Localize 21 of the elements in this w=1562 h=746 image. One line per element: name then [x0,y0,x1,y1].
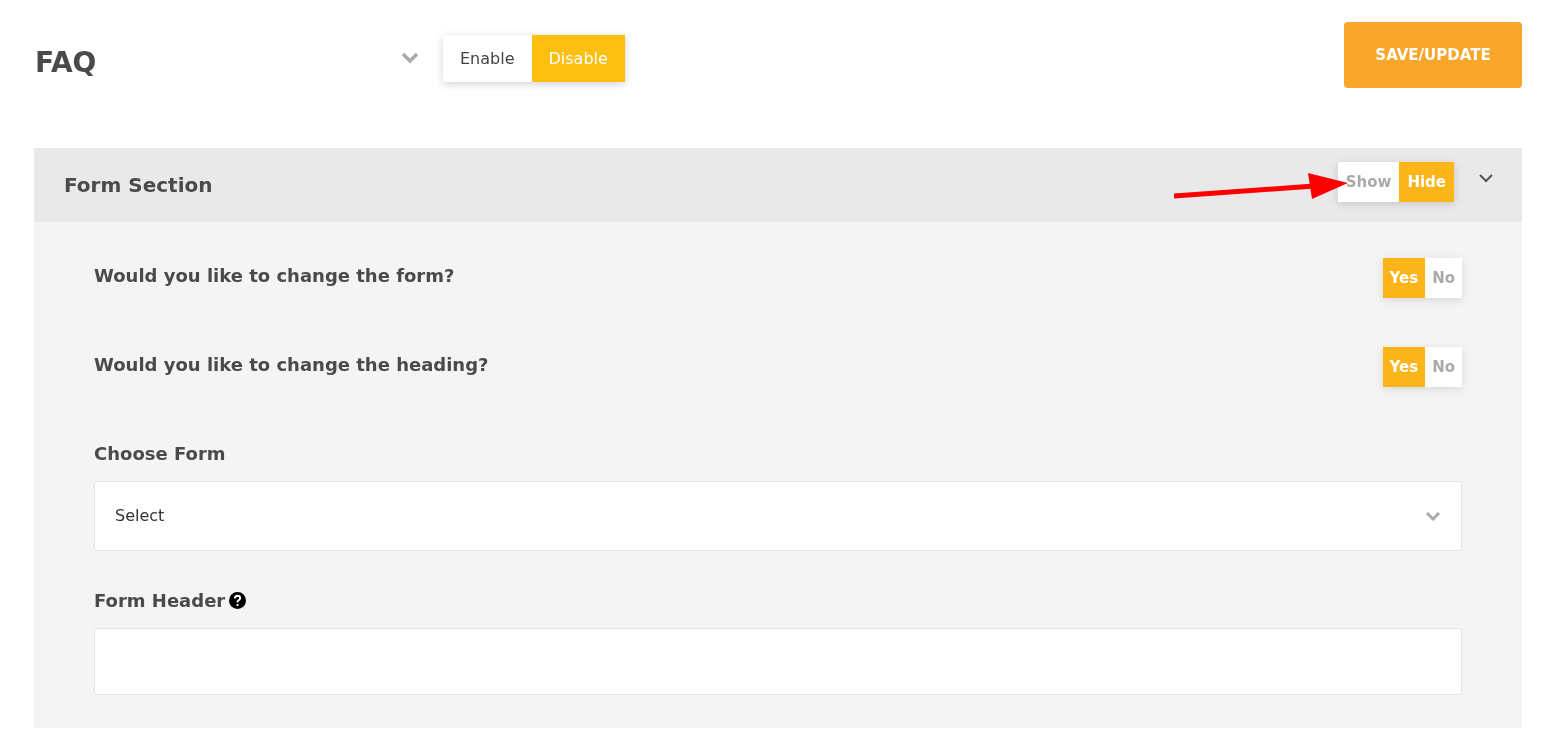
field-label: Form Header [94,589,226,613]
toggle-option[interactable]: Yes [1382,258,1426,298]
toggle-option[interactable]: Hide [1399,162,1454,202]
form-select[interactable]: Select [94,481,1462,551]
toggle-option[interactable]: Show [1337,162,1400,202]
help-icon[interactable] [229,592,247,609]
chevron-down-icon [1425,511,1441,521]
page-title: FAQ [35,45,98,81]
toggle-option[interactable]: Enable [443,35,532,82]
toggle-option[interactable]: Disable [531,35,625,82]
question-label: Would you like to change the form? [94,264,456,288]
toggle-option[interactable]: Yes [1382,347,1426,387]
chevron-down-icon[interactable] [1478,173,1494,183]
question-label: Would you like to change the heading? [94,353,490,377]
toggle-option[interactable]: No [1425,347,1462,387]
field-label: Choose Form [94,442,226,466]
save-button[interactable]: SAVE/UPDATE [1344,22,1522,88]
input-field[interactable] [94,628,1462,695]
section-title: Form Section [64,172,213,199]
section-header[interactable]: Form Section Show Hide [34,148,1522,222]
toggle-option[interactable]: No [1425,258,1462,298]
